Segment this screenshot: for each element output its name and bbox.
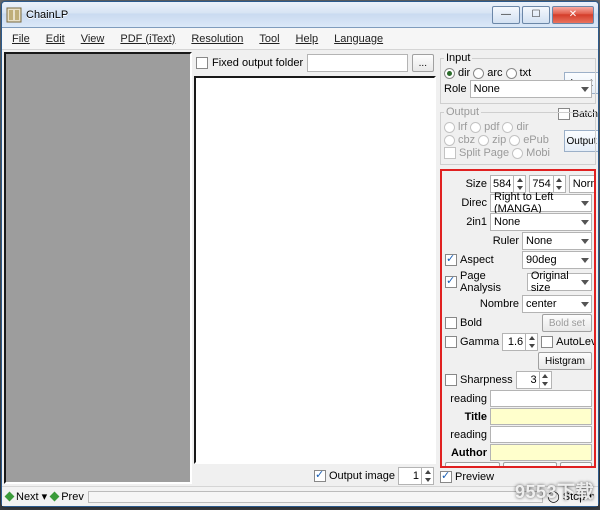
gamma-checkbox[interactable] (445, 336, 457, 348)
menu-language[interactable]: Language (326, 31, 391, 47)
settings-highlight-box: Size 584 754 Normal Direc Right to Left … (440, 169, 596, 468)
rev-button[interactable]: Rev (560, 462, 592, 468)
output-image-spin[interactable]: 1 (398, 467, 434, 485)
histogram-button[interactable]: Histgram (538, 352, 592, 370)
direc-label: Direc (445, 197, 487, 209)
out-dir-radio (502, 122, 513, 133)
input-arc-radio[interactable] (473, 68, 484, 79)
split-page-checkbox (444, 147, 456, 159)
out-epub-radio (509, 135, 520, 146)
prev-button[interactable]: Prev (51, 491, 84, 503)
menu-help[interactable]: Help (288, 31, 327, 47)
reading1-input[interactable] (490, 390, 592, 407)
window-title: ChainLP (26, 9, 490, 21)
output-group-label: Output (444, 106, 481, 118)
out-zip-radio (478, 135, 489, 146)
next-button[interactable]: Next ▾ (6, 490, 47, 503)
app-icon (6, 7, 22, 23)
twoin1-label: 2in1 (445, 216, 487, 228)
input-dir-radio[interactable] (444, 68, 455, 79)
preview-checkbox[interactable] (440, 471, 452, 483)
progress-bar (88, 491, 544, 503)
nombre-label: Nombre (480, 298, 519, 310)
input-group-label: Input (444, 52, 472, 64)
minimize-button[interactable]: — (492, 6, 520, 24)
menubar: File Edit View PDF (iText) Resolution To… (2, 28, 598, 50)
app-window: ChainLP — ☐ ✕ File Edit View PDF (iText)… (1, 1, 599, 507)
titlebar[interactable]: ChainLP — ☐ ✕ (2, 2, 598, 28)
twoin1-select[interactable]: None (490, 213, 592, 231)
maximize-button[interactable]: ☐ (522, 6, 550, 24)
browse-button[interactable]: ... (412, 54, 434, 72)
reading1-label: reading (445, 393, 487, 405)
aspect-checkbox[interactable] (445, 254, 457, 266)
output-image-label: Output image (329, 470, 395, 482)
close-button[interactable]: ✕ (552, 6, 594, 24)
nombre-select[interactable]: center (522, 295, 592, 313)
file-list-panel[interactable] (4, 52, 192, 484)
out-pdf-radio (470, 122, 481, 133)
reading2-input[interactable] (490, 426, 592, 443)
preview-label: Preview (455, 471, 494, 483)
autolevel-checkbox[interactable] (541, 336, 553, 348)
output-group: Output lrf pdf dir cbz zip ePub Split (440, 106, 596, 165)
gamma-spin[interactable]: 1.6 (502, 333, 538, 351)
input-txt-radio[interactable] (506, 68, 517, 79)
author-label: Author (445, 447, 487, 459)
menu-pdf[interactable]: PDF (iText) (112, 31, 183, 47)
size-label: Size (445, 178, 487, 190)
sharpness-checkbox[interactable] (445, 374, 457, 386)
title-label: Title (445, 411, 487, 423)
out-cbz-radio (444, 135, 455, 146)
author-input[interactable] (490, 444, 592, 461)
bold-checkbox[interactable] (445, 317, 457, 329)
input-group: Input dir arc txt Role None (440, 52, 596, 104)
reading2-label: reading (445, 429, 487, 441)
toc-button[interactable]: TOC (445, 462, 500, 468)
sharpness-spin[interactable]: 3 (516, 371, 552, 389)
page-analysis-select[interactable]: Original size (527, 273, 592, 291)
page-analysis-checkbox[interactable] (445, 276, 457, 288)
bold-set-button[interactable]: Bold set (542, 314, 592, 332)
stop-button[interactable]: ◯ Stop ▾ (547, 490, 594, 503)
menu-resolution[interactable]: Resolution (183, 31, 251, 47)
docinfo-button[interactable]: Doc Info (503, 462, 558, 468)
role-select[interactable]: None (470, 80, 592, 98)
title-input[interactable] (490, 408, 592, 425)
ruler-select[interactable]: None (522, 232, 592, 250)
role-label: Role (444, 83, 467, 95)
fixed-output-checkbox[interactable] (196, 57, 208, 69)
preview-panel[interactable] (194, 76, 436, 464)
out-lrf-radio (444, 122, 455, 133)
statusbar: Next ▾ Prev ◯ Stop ▾ (2, 486, 598, 506)
output-image-checkbox[interactable] (314, 470, 326, 482)
aspect-select[interactable]: 90deg (522, 251, 592, 269)
fixed-output-input[interactable] (307, 54, 408, 72)
menu-file[interactable]: File (4, 31, 38, 47)
menu-view[interactable]: View (73, 31, 113, 47)
direc-select[interactable]: Right to Left (MANGA) (490, 194, 592, 212)
out-mobi-radio (512, 148, 523, 159)
ruler-label: Ruler (493, 235, 519, 247)
menu-edit[interactable]: Edit (38, 31, 73, 47)
menu-tool[interactable]: Tool (251, 31, 287, 47)
fixed-output-label: Fixed output folder (212, 57, 303, 69)
